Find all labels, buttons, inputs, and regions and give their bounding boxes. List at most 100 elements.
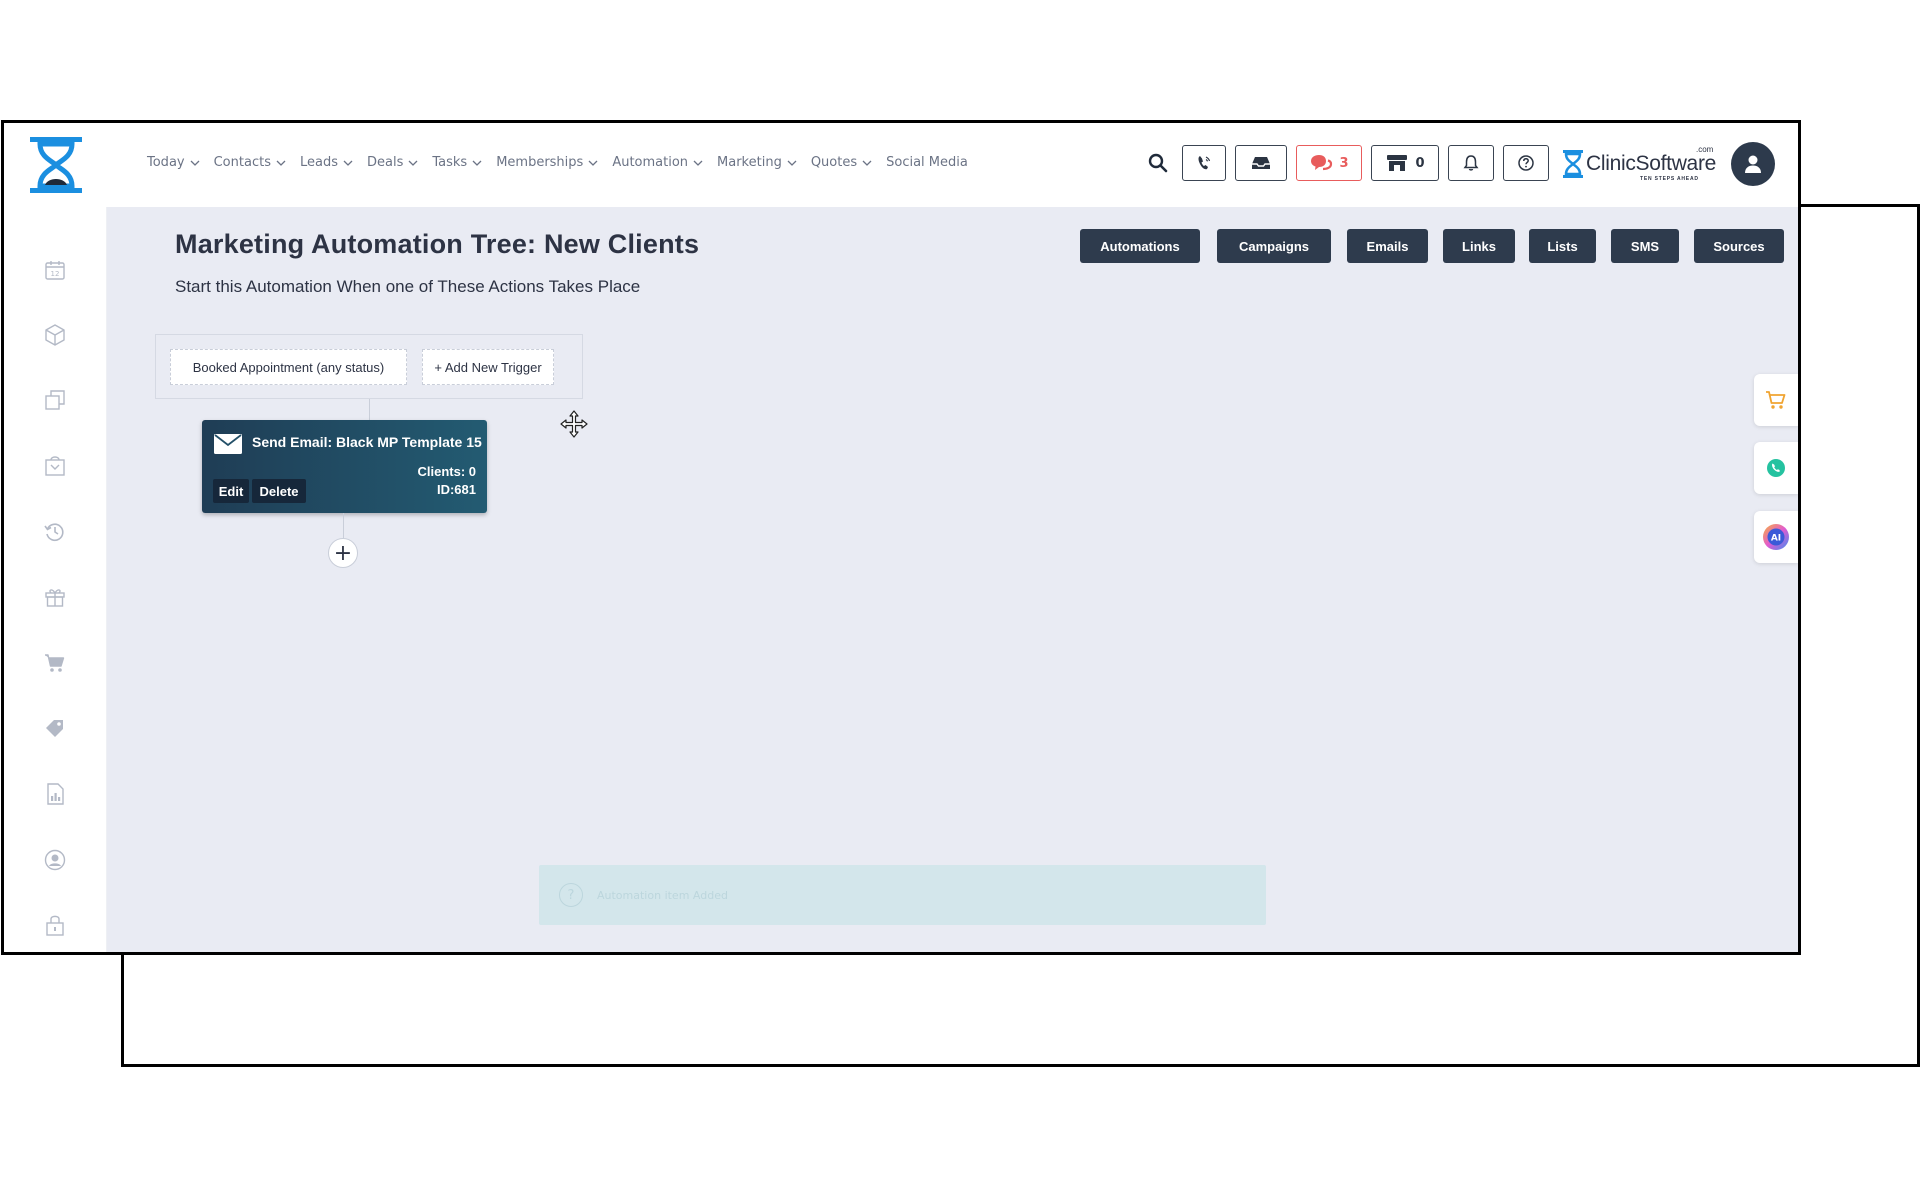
bell-icon [1463, 155, 1479, 171]
chevron-down-icon [276, 160, 286, 166]
floating-cart-button[interactable] [1754, 374, 1798, 426]
help-button[interactable] [1503, 145, 1549, 181]
copy-icon [45, 390, 65, 410]
automations-button[interactable]: Automations [1080, 229, 1200, 263]
trigger-container: Booked Appointment (any status) + Add Ne… [155, 334, 583, 399]
sources-button[interactable]: Sources [1694, 229, 1784, 263]
main-nav: Today Contacts Leads Deals Tasks Members… [147, 155, 982, 170]
chevron-down-icon [588, 160, 598, 166]
header-tools: 3 0 [1144, 145, 1558, 181]
help-icon [1518, 155, 1534, 171]
sidebar-item-history[interactable] [42, 519, 68, 545]
envelope-icon [214, 434, 242, 454]
node-meta: Clients: 0 ID:681 [417, 463, 476, 499]
phone-icon [1198, 156, 1211, 170]
history-icon [44, 523, 64, 542]
add-step-button[interactable]: + [328, 538, 358, 568]
brand-suffix: .com [1696, 145, 1714, 154]
store-count: 0 [1415, 155, 1425, 171]
app-window: Today Contacts Leads Deals Tasks Members… [1, 120, 1801, 955]
links-button[interactable]: Links [1443, 229, 1515, 263]
chat-icon [1311, 155, 1333, 171]
chevron-down-icon [190, 160, 200, 166]
phone-button[interactable] [1182, 145, 1226, 181]
node-edit-button[interactable]: Edit [213, 479, 249, 503]
nav-tasks[interactable]: Tasks [432, 155, 482, 170]
automation-node-send-email[interactable]: Send Email: Black MP Template 15 Clients… [202, 420, 487, 513]
nav-label: Today [147, 155, 185, 170]
sidebar-item-reports[interactable] [42, 781, 68, 807]
nav-label: Contacts [213, 155, 271, 170]
floating-ai-button[interactable]: AI [1754, 511, 1798, 563]
nav-automation[interactable]: Automation [612, 155, 703, 170]
chevron-down-icon [408, 160, 418, 166]
search-icon [1148, 153, 1168, 173]
sidebar-item-gift[interactable] [42, 584, 68, 610]
sidebar-item-copy[interactable] [42, 387, 68, 413]
tree-connector [369, 399, 370, 420]
nav-social-media[interactable]: Social Media [886, 155, 968, 170]
tree-connector [343, 513, 344, 538]
brand-tagline: TEN STEPS AHEAD [1640, 176, 1699, 182]
chevron-down-icon [472, 160, 482, 166]
messages-button[interactable]: 3 [1296, 145, 1362, 181]
nav-label: Deals [366, 155, 404, 170]
nav-today[interactable]: Today [147, 155, 200, 170]
left-sidebar: 12 [4, 207, 107, 952]
cart-icon [45, 654, 65, 672]
nav-quotes[interactable]: Quotes [811, 155, 872, 170]
notification-toast: ? Automation item Added [539, 865, 1266, 925]
info-icon: ? [559, 883, 583, 907]
chevron-down-icon [343, 160, 353, 166]
nav-leads[interactable]: Leads [300, 155, 353, 170]
trigger-booked-appointment[interactable]: Booked Appointment (any status) [170, 349, 407, 385]
sidebar-item-account[interactable] [42, 847, 68, 873]
sidebar-item-basket[interactable] [42, 453, 68, 479]
nav-marketing[interactable]: Marketing [717, 155, 797, 170]
nav-label: Memberships [496, 155, 584, 170]
brand-logo[interactable]: ClinicSoftware .com TEN STEPS AHEAD [1562, 145, 1722, 183]
user-icon [1745, 155, 1761, 173]
add-trigger-button[interactable]: + Add New Trigger [422, 349, 554, 385]
user-avatar[interactable] [1731, 142, 1775, 186]
chevron-down-icon [693, 160, 703, 166]
nav-label: Automation [612, 155, 689, 170]
top-header: Today Contacts Leads Deals Tasks Members… [4, 123, 1798, 207]
nav-label: Leads [299, 155, 338, 170]
lists-button[interactable]: Lists [1529, 229, 1596, 263]
whatsapp-icon [1767, 459, 1785, 477]
inbox-button[interactable] [1235, 145, 1287, 181]
user-circle-icon [44, 849, 66, 871]
app-logo-icon[interactable] [28, 135, 84, 195]
box-icon [45, 324, 65, 346]
calendar-icon: 12 [45, 261, 65, 280]
nav-contacts[interactable]: Contacts [214, 155, 286, 170]
inbox-icon [1252, 157, 1270, 169]
svg-text:12: 12 [51, 270, 60, 278]
section-buttons: Automations Campaigns Emails Links Lists… [107, 229, 1798, 265]
emails-button[interactable]: Emails [1347, 229, 1428, 263]
nav-label: Social Media [886, 155, 968, 170]
node-delete-button[interactable]: Delete [252, 479, 306, 503]
node-clients-count: Clients: 0 [417, 464, 476, 479]
brand-hourglass-icon [1563, 150, 1583, 178]
floating-whatsapp-button[interactable] [1754, 442, 1798, 494]
sidebar-item-products[interactable] [42, 322, 68, 348]
brand-name: ClinicSoftware [1586, 152, 1717, 175]
basket-icon [45, 456, 65, 476]
nav-memberships[interactable]: Memberships [496, 155, 598, 170]
ai-icon: AI [1763, 524, 1789, 550]
notifications-button[interactable] [1448, 145, 1494, 181]
sidebar-item-tags[interactable] [42, 715, 68, 741]
sidebar-item-cart[interactable] [42, 650, 68, 676]
gift-icon [45, 589, 65, 607]
store-icon [1387, 155, 1408, 171]
nav-deals[interactable]: Deals [367, 155, 418, 170]
sidebar-item-calendar[interactable]: 12 [42, 257, 68, 283]
campaigns-button[interactable]: Campaigns [1217, 229, 1331, 263]
store-button[interactable]: 0 [1371, 145, 1439, 181]
sms-button[interactable]: SMS [1611, 229, 1679, 263]
lock-icon [46, 915, 64, 936]
search-button[interactable] [1144, 145, 1172, 181]
sidebar-item-security[interactable] [42, 912, 68, 938]
